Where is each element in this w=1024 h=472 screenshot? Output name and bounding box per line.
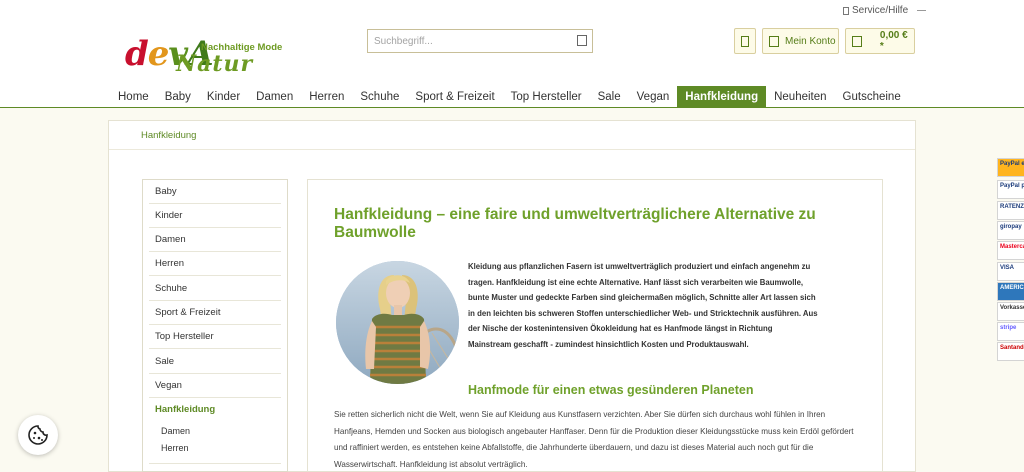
paypal-express-badge: PayPal express — [997, 158, 1024, 177]
cookie-settings-button[interactable] — [18, 415, 58, 455]
sidebar-item-top-hersteller[interactable]: Top Hersteller — [149, 325, 281, 349]
sidebar-subitem-damen[interactable]: Damen — [161, 426, 190, 436]
account-button[interactable]: Mein Konto — [762, 28, 839, 54]
cart-button[interactable]: 0,00 € * — [845, 28, 915, 54]
nav-item-kinder[interactable]: Kinder — [199, 86, 248, 108]
search-placeholder: Suchbegriff... — [374, 36, 433, 47]
nav-item-damen[interactable]: Damen — [248, 86, 301, 108]
user-icon — [769, 35, 779, 47]
sidebar-item-hanfkleidung[interactable]: Hanfkleidung — [149, 398, 281, 422]
nav-item-schuhe[interactable]: Schuhe — [352, 86, 407, 108]
page-title: Hanfkleidung – eine faire und umweltvert… — [334, 206, 816, 241]
amex-badge: AMERICAN EXPRESS — [997, 282, 1024, 301]
chevron-down-icon — [917, 10, 927, 11]
stripe-badge: stripe — [997, 322, 1024, 341]
nav-item-home[interactable]: Home — [110, 86, 157, 108]
heart-icon — [741, 35, 749, 47]
giropay-badge: giropay — [997, 221, 1024, 240]
cart-total: 0,00 € * — [879, 30, 908, 52]
site-header: Service/Hilfe devA Nachhaltige Mode Natu… — [0, 0, 1024, 108]
sidebar-item-sale[interactable]: Sale — [149, 350, 281, 374]
nav-item-top-hersteller[interactable]: Top Hersteller — [503, 86, 590, 108]
main-nav: Home Baby Kinder Damen Herren Schuhe Spo… — [110, 86, 909, 108]
nav-item-hanfkleidung[interactable]: Hanfkleidung — [677, 86, 767, 108]
site-logo[interactable]: devA Nachhaltige Mode Natur — [125, 22, 285, 82]
section-heading: Hanfmode für einen etwas gesünderen Plan… — [468, 383, 754, 397]
sidebar-item-herren[interactable]: Herren — [149, 252, 281, 276]
wishlist-button[interactable] — [734, 28, 756, 54]
category-description: Hanfkleidung – eine faire und umweltvert… — [307, 179, 883, 472]
phone-icon — [843, 6, 849, 15]
cookie-icon — [28, 425, 48, 445]
model-photo — [336, 261, 459, 384]
nav-item-gutscheine[interactable]: Gutscheine — [835, 86, 909, 108]
sidebar-item-schuhe[interactable]: Schuhe — [149, 277, 281, 301]
search-input[interactable]: Suchbegriff... — [367, 29, 593, 53]
nav-item-baby[interactable]: Baby — [157, 86, 199, 108]
logo-word-natur: Natur — [176, 51, 254, 77]
breadcrumb[interactable]: Hanfkleidung — [141, 130, 196, 141]
vorkasse-badge: Vorkasse — [997, 302, 1024, 321]
nav-item-vegan[interactable]: Vegan — [629, 86, 678, 108]
visa-badge: VISA — [997, 262, 1024, 281]
category-sidebar: Baby Kinder Damen Herren Schuhe Sport & … — [142, 179, 288, 472]
intro-text: Kleidung aus pflanzlichen Fasern ist umw… — [468, 262, 818, 349]
paypal-plus-badge: PayPal plus — [997, 180, 1024, 199]
sidebar-item-kinder[interactable]: Kinder — [149, 204, 281, 228]
service-help-link[interactable]: Service/Hilfe — [843, 5, 927, 16]
search-icon[interactable] — [577, 35, 587, 46]
sidebar-subitem-herren[interactable]: Herren — [161, 443, 189, 453]
breadcrumb-divider — [109, 149, 915, 150]
sidebar-item-baby[interactable]: Baby — [149, 180, 281, 204]
body-text: Sie retten sicherlich nicht die Welt, we… — [334, 410, 854, 469]
sidebar-item-vegan[interactable]: Vegan — [149, 374, 281, 398]
account-label: Mein Konto — [785, 35, 836, 47]
santander-badge: Santander RECHNUNG — [997, 342, 1024, 361]
nav-item-neuheiten[interactable]: Neuheiten — [766, 86, 834, 108]
nav-item-herren[interactable]: Herren — [301, 86, 352, 108]
service-help-label: Service/Hilfe — [852, 5, 909, 16]
nav-item-sale[interactable]: Sale — [590, 86, 629, 108]
sidebar-item-damen[interactable]: Damen — [149, 228, 281, 252]
ratenzahlung-badge: RATENZAHLUNG — [997, 201, 1024, 220]
sidebar-item-sport-freizeit[interactable]: Sport & Freizeit — [149, 301, 281, 325]
nav-item-sport-freizeit[interactable]: Sport & Freizeit — [407, 86, 502, 108]
cart-icon — [852, 35, 862, 47]
mastercard-badge: Mastercard — [997, 241, 1024, 260]
sidebar-divider — [149, 463, 281, 464]
